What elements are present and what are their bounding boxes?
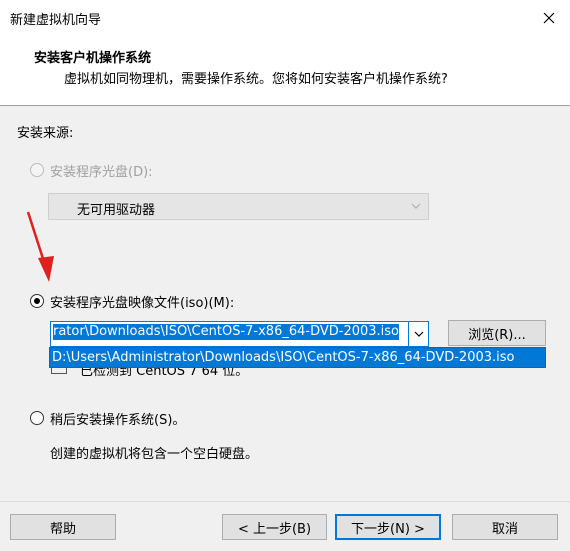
- radio-iso-image[interactable]: [30, 294, 44, 308]
- footer-divider: [0, 501, 570, 502]
- iso-path-value: rator\Downloads\ISO\CentOS-7-x86_64-DVD-…: [53, 324, 400, 340]
- iso-dropdown-list[interactable]: D:\Users\Administrator\Downloads\ISO\Cen…: [49, 347, 546, 368]
- back-button[interactable]: < 上一步(B): [222, 514, 327, 540]
- radio-install-later-label: 稍后安装操作系统(S)。: [50, 413, 186, 428]
- radio-install-later[interactable]: [30, 411, 44, 425]
- disc-drive-select: 无可用驱动器: [48, 193, 429, 220]
- wizard-header: 安装客户机操作系统 虚拟机如同物理机，需要操作系统。您将如何安装客户机操作系统?: [0, 36, 570, 106]
- cancel-button[interactable]: 取消: [452, 514, 558, 540]
- install-later-description: 创建的虚拟机将包含一个空白硬盘。: [50, 447, 259, 462]
- page-description: 虚拟机如同物理机，需要操作系统。您将如何安装客户机操作系统?: [64, 72, 448, 87]
- iso-path-combobox[interactable]: rator\Downloads\ISO\CentOS-7-x86_64-DVD-…: [50, 321, 429, 347]
- iso-path-input[interactable]: rator\Downloads\ISO\CentOS-7-x86_64-DVD-…: [53, 324, 408, 344]
- close-button[interactable]: [536, 6, 562, 30]
- close-icon: [543, 12, 555, 24]
- disc-drive-value: 无可用驱动器: [77, 203, 156, 218]
- radio-selected-dot: [34, 298, 40, 304]
- radio-installer-disc-label: 安装程序光盘(D):: [50, 165, 153, 180]
- title-bar: 新建虚拟机向导: [0, 0, 570, 36]
- browse-button[interactable]: 浏览(R)...: [448, 320, 546, 346]
- help-button[interactable]: 帮助: [10, 514, 116, 540]
- radio-iso-image-label: 安装程序光盘映像文件(iso)(M):: [50, 296, 235, 311]
- annotation-arrow-icon: [26, 211, 54, 282]
- next-button[interactable]: 下一步(N) >: [335, 514, 441, 540]
- iso-dropdown-item[interactable]: D:\Users\Administrator\Downloads\ISO\Cen…: [52, 350, 514, 365]
- chevron-down-icon: [414, 331, 423, 337]
- install-source-label: 安装来源:: [17, 126, 74, 141]
- iso-dropdown-button[interactable]: [408, 322, 428, 346]
- chevron-down-icon: [411, 203, 421, 209]
- page-title: 安装客户机操作系统: [34, 51, 152, 66]
- window-title: 新建虚拟机向导: [10, 13, 102, 28]
- radio-installer-disc[interactable]: [30, 163, 44, 177]
